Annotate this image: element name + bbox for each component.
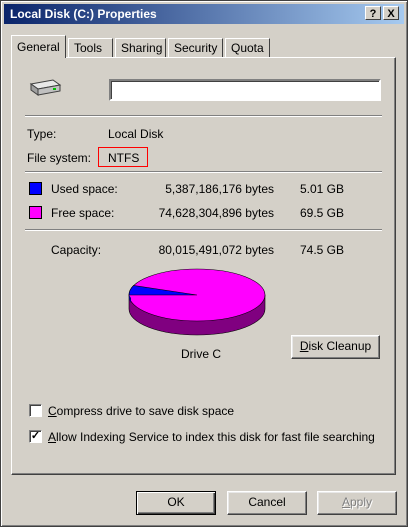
used-space-label: Used space:: [51, 182, 118, 196]
separator: [25, 229, 382, 231]
compress-label[interactable]: Compress drive to save disk space: [48, 404, 234, 418]
file-system-label: File system:: [27, 151, 92, 165]
type-value: Local Disk: [108, 127, 164, 141]
help-button[interactable]: ?: [365, 6, 381, 20]
close-button[interactable]: X: [383, 6, 399, 20]
type-label: Type:: [27, 127, 57, 141]
tab-quota[interactable]: Quota: [225, 38, 270, 57]
compress-accel: C: [48, 404, 57, 418]
separator: [25, 115, 382, 117]
cleanup-label: isk Cleanup: [308, 339, 372, 353]
title-bar[interactable]: Local Disk (C:) Properties ? X: [4, 4, 404, 24]
free-space-size: 69.5 GB: [299, 206, 344, 220]
free-space-swatch: [29, 206, 42, 219]
apply-accel: A: [341, 495, 350, 509]
properties-window: Local Disk (C:) Properties ? X General T…: [0, 0, 408, 527]
tab-security[interactable]: Security: [168, 38, 223, 57]
compress-text: ompress drive to save disk space: [56, 404, 235, 418]
indexing-checkbox[interactable]: ✓: [29, 430, 42, 443]
apply-button[interactable]: Apply: [317, 491, 397, 515]
tab-sharing[interactable]: Sharing: [115, 38, 166, 57]
compress-checkbox[interactable]: [29, 404, 42, 417]
ok-button[interactable]: OK: [136, 491, 216, 515]
volume-name-input[interactable]: [109, 79, 381, 101]
used-space-swatch: [29, 182, 42, 195]
tab-tools[interactable]: Tools: [68, 38, 113, 57]
capacity-label: Capacity:: [51, 243, 102, 257]
indexing-text: llow Indexing Service to index this disk…: [56, 430, 375, 444]
free-space-label: Free space:: [51, 206, 115, 220]
window-title: Local Disk (C:) Properties: [10, 7, 157, 21]
file-system-value: NTFS: [108, 151, 140, 165]
disk-cleanup-button[interactable]: Disk Cleanup: [291, 335, 380, 359]
tab-general[interactable]: General: [11, 35, 66, 58]
indexing-label[interactable]: Allow Indexing Service to index this dis…: [48, 430, 375, 444]
drive-label: Drive C: [181, 347, 222, 361]
cancel-button[interactable]: Cancel: [227, 491, 307, 515]
capacity-size: 74.5 GB: [299, 243, 344, 257]
used-space-bytes: 5,387,186,176 bytes: [165, 182, 274, 196]
hard-drive-icon: [29, 79, 62, 96]
apply-text: pply: [350, 495, 373, 509]
separator: [25, 171, 382, 173]
disk-usage-pie: [128, 268, 266, 336]
indexing-accel: A: [48, 430, 57, 444]
free-space-bytes: 74,628,304,896 bytes: [158, 206, 274, 220]
used-space-size: 5.01 GB: [299, 182, 344, 196]
capacity-bytes: 80,015,491,072 bytes: [158, 243, 274, 257]
